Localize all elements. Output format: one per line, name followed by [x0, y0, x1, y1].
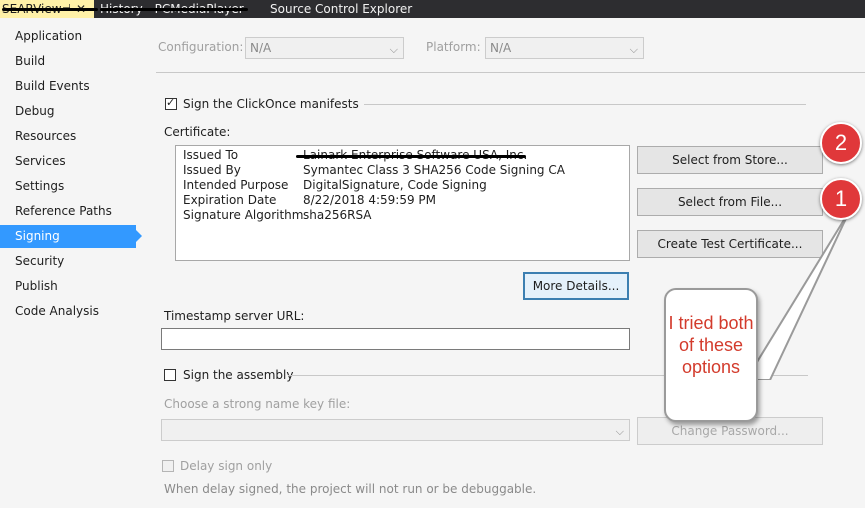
timestamp-label: Timestamp server URL:	[164, 309, 305, 323]
cert-key-expiration-date: Expiration Date	[183, 193, 277, 207]
redaction-scribble	[2, 8, 98, 11]
select-from-store-button[interactable]: Select from Store...	[637, 146, 823, 174]
chevron-down-icon: ⌵	[615, 425, 624, 438]
divider	[156, 72, 865, 73]
more-details-button[interactable]: More Details...	[523, 272, 629, 300]
sidebar-item-resources[interactable]: Resources	[0, 125, 136, 148]
cert-key-signature-algorithm: Signature Algorithm	[183, 208, 304, 222]
sidebar-item-debug[interactable]: Debug	[0, 100, 136, 123]
sidebar-item-application[interactable]: Application	[0, 25, 136, 48]
sidebar-item-build-events[interactable]: Build Events	[0, 75, 136, 98]
sign-manifests-checkbox[interactable]	[165, 96, 177, 110]
sidebar-item-settings[interactable]: Settings	[0, 175, 136, 198]
divider	[364, 104, 806, 105]
sign-manifests-label: Sign the ClickOnce manifests	[183, 97, 359, 111]
number-badge-1: 1	[820, 178, 862, 220]
configuration-label: Configuration:	[158, 40, 244, 54]
platform-dropdown[interactable]: N/A ⌵	[485, 37, 644, 59]
certificate-label: Certificate:	[164, 125, 231, 139]
strong-name-key-dropdown[interactable]: ⌵	[161, 419, 630, 441]
cert-key-issued-by: Issued By	[183, 163, 241, 177]
sidebar-item-code-analysis[interactable]: Code Analysis	[0, 300, 136, 323]
cert-value-issued-by: Symantec Class 3 SHA256 Code Signing CA	[303, 163, 565, 177]
callout-pointer	[744, 209, 851, 380]
sidebar-item-build[interactable]: Build	[0, 50, 136, 73]
number-badge-2: 2	[820, 122, 862, 164]
redaction-scribble	[100, 8, 248, 11]
sidebar-item-services[interactable]: Services	[0, 150, 136, 173]
sign-assembly-label: Sign the assembly	[183, 368, 294, 382]
sidebar-item-signing[interactable]: Signing	[0, 225, 142, 248]
callout-bubble: I tried both of these options	[664, 288, 758, 422]
timestamp-url-input[interactable]	[161, 328, 630, 350]
tab-source-control-explorer[interactable]: Source Control Explorer	[270, 0, 430, 18]
document-tab-bar: SEARView ⊣ ✕ History - PCMediaPlayer Sou…	[0, 0, 865, 18]
configuration-dropdown[interactable]: N/A ⌵	[245, 37, 404, 59]
sidebar-item-publish[interactable]: Publish	[0, 275, 136, 298]
cert-key-intended-purpose: Intended Purpose	[183, 178, 289, 192]
cert-key-issued-to: Issued To	[183, 148, 239, 162]
strong-name-label: Choose a strong name key file:	[164, 397, 351, 411]
chevron-down-icon: ⌵	[629, 43, 638, 56]
delay-sign-checkbox[interactable]	[162, 460, 174, 472]
chevron-down-icon: ⌵	[389, 43, 398, 56]
cert-value-intended-purpose: DigitalSignature, Code Signing	[303, 178, 487, 192]
platform-label: Platform:	[426, 40, 481, 54]
sign-assembly-checkbox[interactable]	[164, 369, 176, 381]
configuration-value: N/A	[250, 41, 272, 55]
redaction-scribble	[296, 155, 526, 158]
tab-label: Source Control Explorer	[270, 2, 413, 16]
project-properties-sidebar: Application Build Build Events Debug Res…	[0, 18, 150, 508]
platform-value: N/A	[490, 41, 512, 55]
certificate-details-box: Issued To Lainark Enterprise Software US…	[175, 145, 630, 261]
delay-sign-label: Delay sign only	[180, 459, 273, 473]
sidebar-item-security[interactable]: Security	[0, 250, 136, 273]
cert-value-expiration-date: 8/22/2018 4:59:59 PM	[303, 193, 437, 207]
sidebar-item-reference-paths[interactable]: Reference Paths	[0, 200, 136, 223]
cert-value-signature-algorithm: sha256RSA	[303, 208, 372, 222]
delay-sign-note: When delay signed, the project will not …	[164, 482, 537, 496]
